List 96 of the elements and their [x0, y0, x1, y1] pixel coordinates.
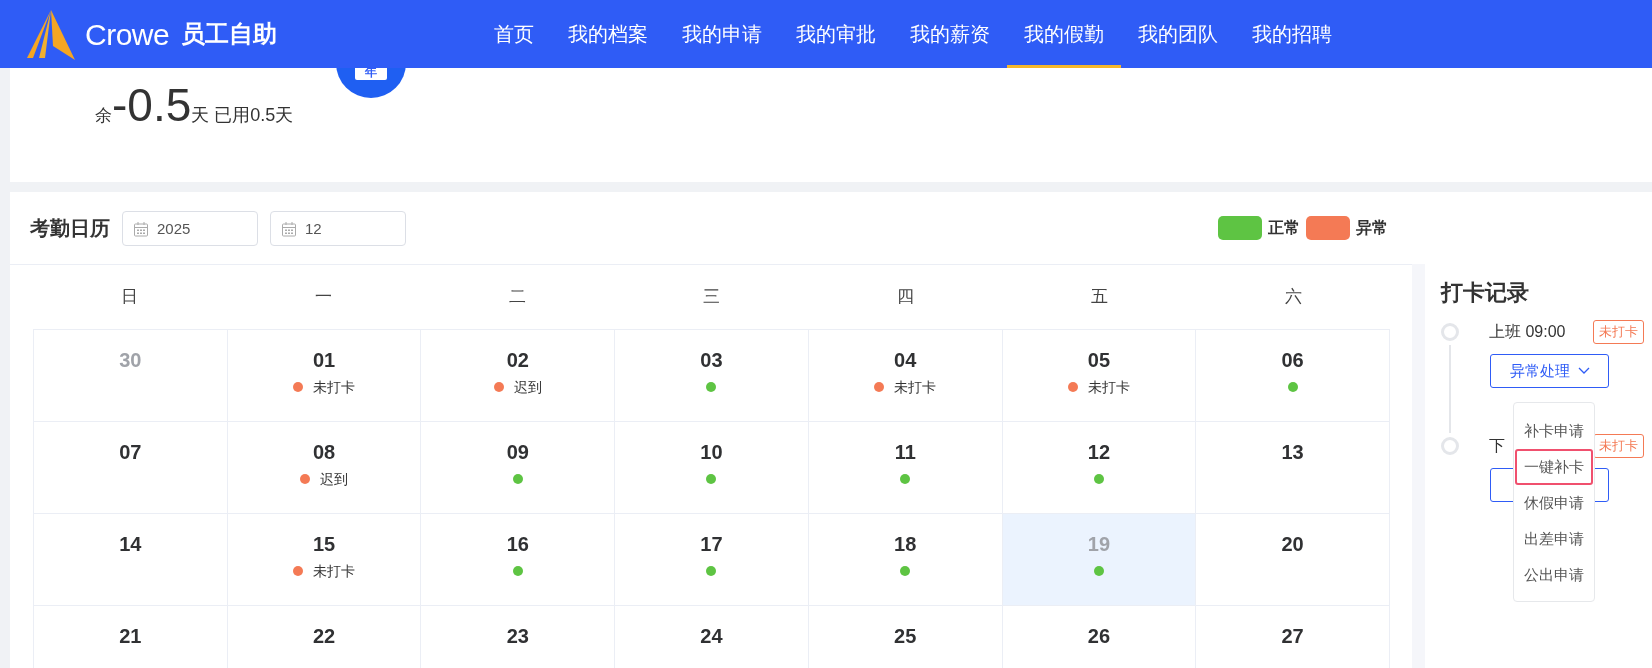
- day-cell[interactable]: 01 未打卡: [227, 330, 422, 422]
- status-label: 未打卡: [894, 377, 937, 397]
- day-number: 17: [700, 534, 723, 554]
- status-label: 未打卡: [313, 561, 356, 581]
- weekday-label: 六: [1283, 286, 1303, 309]
- timeline-node: [1441, 437, 1459, 455]
- day-number: 15: [312, 534, 336, 554]
- day-cell[interactable]: 26: [1002, 606, 1197, 668]
- day-cell[interactable]: 06: [1196, 330, 1390, 422]
- day-cell[interactable]: 25: [808, 606, 1003, 668]
- day-cell[interactable]: 08 迟到: [227, 422, 422, 514]
- menu-item[interactable]: 出差申请: [1516, 521, 1592, 557]
- calendar-icon: [281, 220, 297, 237]
- day-number: 09: [506, 442, 529, 462]
- nav-tab[interactable]: 我的团队: [1121, 0, 1236, 68]
- day-number: 20: [1281, 534, 1304, 554]
- day-number: 02: [506, 350, 529, 370]
- leave-balance-text: 余-0.5天 已用0.5天: [95, 82, 294, 129]
- day-cell[interactable]: 14: [34, 514, 228, 606]
- day-cell[interactable]: 02 迟到: [421, 330, 616, 422]
- weekday-label: 一: [314, 286, 334, 309]
- day-number: 19: [1087, 534, 1111, 554]
- nav-tab[interactable]: 首页: [477, 0, 552, 68]
- day-number: 10: [700, 442, 723, 462]
- day-number: 22: [312, 626, 336, 646]
- day-cell[interactable]: 23: [421, 606, 616, 668]
- weekday-label: 四: [895, 286, 915, 309]
- app-title: 员工自助: [181, 19, 278, 49]
- day-number: 03: [700, 350, 723, 370]
- menu-item[interactable]: 补卡申请: [1516, 413, 1592, 449]
- day-cell[interactable]: 27: [1196, 606, 1390, 668]
- legend-label: 异常: [1356, 218, 1388, 238]
- day-number: 18: [894, 534, 917, 554]
- day-cell[interactable]: 20: [1196, 514, 1390, 606]
- day-number: 26: [1087, 626, 1111, 646]
- day-number: 23: [506, 626, 529, 646]
- timeline-node: [1441, 323, 1459, 341]
- menu-item[interactable]: 休假申请: [1516, 485, 1592, 521]
- day-cell[interactable]: 11: [808, 422, 1003, 514]
- day-cell[interactable]: 24: [615, 606, 809, 668]
- day-number: 01: [312, 350, 336, 370]
- day-cell[interactable]: 04 未打卡: [808, 330, 1003, 422]
- nav-tab[interactable]: 我的薪资: [893, 0, 1008, 68]
- section-title: 考勤日历: [30, 216, 110, 241]
- day-number: 05: [1087, 350, 1111, 370]
- status-label: 未打卡: [313, 377, 356, 397]
- day-number: 24: [700, 626, 723, 646]
- nav-tab[interactable]: 我的档案: [551, 0, 666, 68]
- punch-label: 下: [1489, 436, 1506, 456]
- day-cell[interactable]: 17: [615, 514, 809, 606]
- day-cell[interactable]: 22: [227, 606, 422, 668]
- day-number: 21: [119, 626, 142, 646]
- day-number: 11: [894, 442, 916, 462]
- dropdown-button[interactable]: 异常处理: [1490, 354, 1609, 388]
- day-cell[interactable]: 09: [421, 422, 616, 514]
- day-cell[interactable]: 15 未打卡: [227, 514, 422, 606]
- day-number: 16: [506, 534, 529, 554]
- day-number: 25: [894, 626, 917, 646]
- day-number: 30: [119, 350, 142, 370]
- nav-tab[interactable]: 我的审批: [779, 0, 894, 68]
- day-cell[interactable]: 10: [615, 422, 809, 514]
- chevron-down-icon: [1577, 367, 1590, 375]
- day-cell[interactable]: 03: [615, 330, 809, 422]
- day-number: 27: [1281, 626, 1304, 646]
- nav-tab[interactable]: 我的招聘: [1235, 0, 1350, 68]
- menu-item[interactable]: 一键补卡: [1515, 449, 1593, 485]
- panel-title: 打卡记录: [1441, 279, 1530, 307]
- day-cell[interactable]: 13: [1196, 422, 1390, 514]
- status-label: 未打卡: [1087, 377, 1130, 397]
- day-cell[interactable]: 07: [34, 422, 228, 514]
- day-number: 14: [119, 534, 142, 554]
- day-cell[interactable]: 05 未打卡: [1002, 330, 1197, 422]
- nav-tab[interactable]: 我的申请: [665, 0, 780, 68]
- month-picker[interactable]: 12: [270, 210, 406, 246]
- day-number: 08: [312, 442, 336, 462]
- punch-label: 上班 09:00: [1489, 322, 1567, 342]
- logo-text: Crowe: [85, 16, 170, 53]
- day-number: 12: [1087, 442, 1111, 462]
- status-label: 迟到: [320, 469, 349, 489]
- day-number: 13: [1281, 442, 1304, 462]
- calendar-icon: [133, 220, 149, 237]
- day-number: 07: [119, 442, 142, 462]
- day-cell[interactable]: 21: [34, 606, 228, 668]
- weekday-label: 二: [508, 286, 528, 309]
- menu-item[interactable]: 公出申请: [1516, 557, 1592, 593]
- legend-label: 正常: [1268, 218, 1300, 238]
- weekday-label: 三: [702, 286, 721, 309]
- weekday-label: 日: [120, 286, 140, 309]
- day-cell[interactable]: 16: [421, 514, 616, 606]
- year-picker[interactable]: 2025: [122, 210, 258, 246]
- day-number: 04: [894, 350, 917, 370]
- weekday-label: 五: [1089, 286, 1109, 309]
- day-cell[interactable]: 18: [808, 514, 1003, 606]
- status-label: 迟到: [513, 377, 542, 397]
- status-tag: 未打卡: [1593, 320, 1644, 344]
- day-number: 06: [1281, 350, 1304, 370]
